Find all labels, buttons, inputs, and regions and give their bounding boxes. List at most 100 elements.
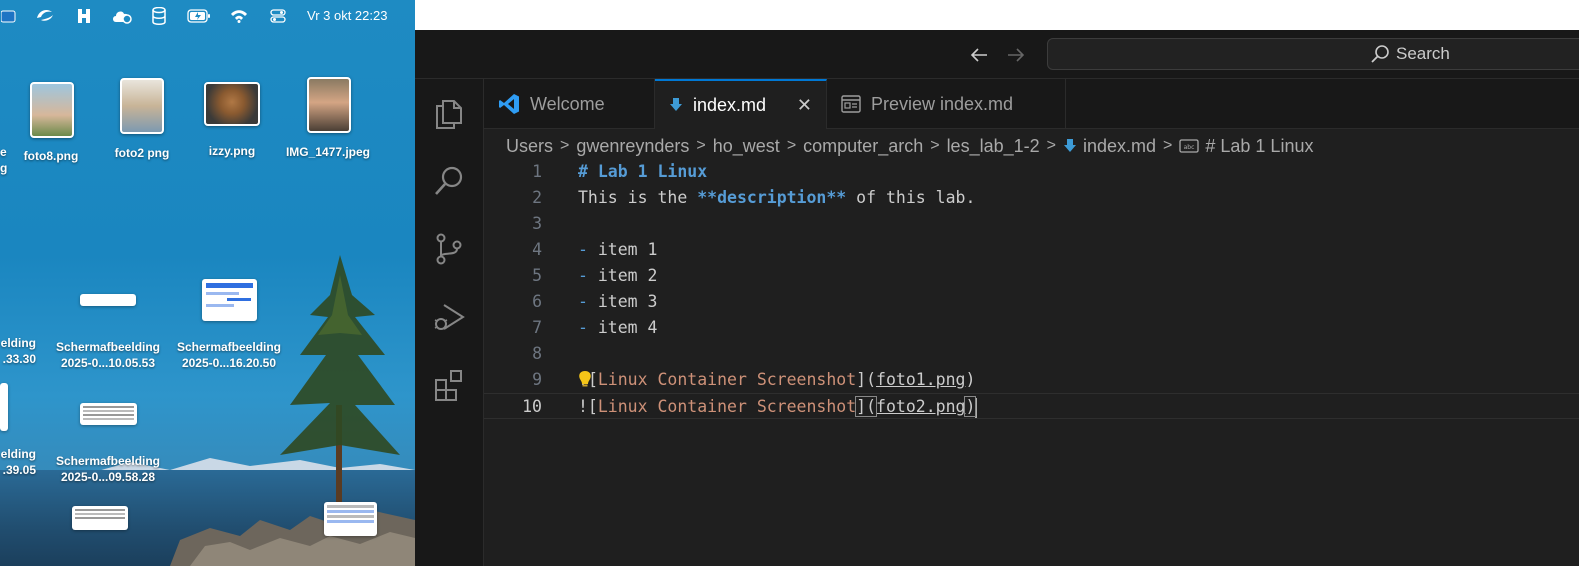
code-text: item 3	[587, 292, 658, 311]
code-line[interactable]: 7 - item 4	[484, 315, 1579, 341]
code-line[interactable]: 2 This is the **description** of this la…	[484, 185, 1579, 211]
desktop-file-label[interactable]: foto2 png	[104, 145, 180, 161]
heading-text: # Lab 1 Linux	[578, 162, 708, 181]
back-arrow-icon[interactable]	[968, 44, 990, 66]
desktop-file-label[interactable]: g	[0, 160, 8, 176]
screenshot-thumbnail[interactable]	[80, 403, 137, 425]
menu-bar-clock[interactable]: Vr 3 okt 22:23	[307, 8, 387, 23]
vscode-window: Search Welcome index.md ✕ Preview index.…	[415, 0, 1579, 566]
desktop-file-label[interactable]: izzy.png	[196, 143, 268, 159]
database-icon[interactable]	[150, 7, 168, 25]
code-line[interactable]: 8	[484, 341, 1579, 367]
line-number: 1	[532, 162, 542, 181]
wifi-icon[interactable]	[229, 7, 249, 25]
control-center-icon[interactable]	[269, 7, 287, 25]
foto2-thumbnail[interactable]	[120, 78, 164, 134]
desktop-file-label[interactable]: elding .33.30	[0, 335, 36, 367]
screenshot-thumbnail[interactable]	[0, 383, 8, 431]
desktop-file-label[interactable]: elding .39.05	[0, 446, 36, 478]
search-icon[interactable]	[429, 161, 469, 201]
breadcrumb-item[interactable]: les_lab_1-2	[947, 136, 1040, 157]
tab-index-md[interactable]: index.md ✕	[655, 79, 827, 129]
svg-text:abc: abc	[1184, 144, 1195, 151]
screenshot-thumbnail[interactable]	[202, 279, 257, 321]
link-text: Linux Container Screenshot	[597, 397, 857, 416]
tab-label: Preview index.md	[871, 93, 1014, 114]
img1477-thumbnail[interactable]	[307, 77, 351, 133]
chevron-right-icon: >	[696, 137, 706, 154]
activity-bar	[415, 79, 484, 566]
battery-icon[interactable]	[186, 7, 212, 25]
desktop-file-label[interactable]: IMG_1477.jpeg	[280, 144, 376, 160]
command-center-search[interactable]: Search	[1047, 38, 1579, 70]
code-text: of this lab.	[846, 188, 976, 207]
desktop-file-label[interactable]: foto8.png	[14, 148, 88, 164]
window-gap	[415, 0, 1579, 30]
tab-preview-index-md[interactable]: Preview index.md	[827, 79, 1066, 129]
editor-tab-bar: Welcome index.md ✕ Preview index.md	[484, 79, 1579, 129]
code-text: item 4	[587, 318, 658, 337]
desktop-file-label[interactable]: Schermafbeelding 2025-0...10.05.53	[50, 339, 166, 371]
izzy-thumbnail[interactable]	[204, 82, 260, 126]
bold-text: **description**	[697, 188, 847, 207]
screenshot-thumbnail[interactable]	[324, 502, 377, 536]
line-number: 6	[532, 292, 542, 311]
line-number: 7	[532, 318, 542, 337]
search-label: Search	[1396, 44, 1450, 63]
breadcrumb-item[interactable]: ho_west	[713, 136, 780, 157]
code-line[interactable]: 3	[484, 211, 1579, 237]
line-number: 3	[532, 214, 542, 233]
copilot-icon[interactable]	[34, 7, 56, 25]
code-text: item 2	[587, 266, 658, 285]
line-number: 10	[522, 397, 542, 416]
code-editor[interactable]: 1 # Lab 1 Linux 2 This is the **descript…	[484, 159, 1579, 566]
chevron-right-icon: >	[786, 137, 797, 154]
line-number: 4	[532, 240, 542, 259]
hotspot-h-icon[interactable]	[76, 7, 92, 25]
desktop-file-label[interactable]: e	[0, 144, 7, 160]
link-bracket: )	[965, 370, 976, 389]
link-url[interactable]: foto2.png	[876, 397, 965, 416]
code-line[interactable]: 5 - item 2	[484, 263, 1579, 289]
source-control-icon[interactable]	[429, 229, 469, 269]
chevron-right-icon: >	[1163, 137, 1173, 154]
foto8-thumbnail[interactable]	[30, 82, 74, 138]
tab-label: index.md	[693, 94, 767, 115]
cloud-sync-icon[interactable]	[110, 7, 134, 25]
link-bracket: ](	[856, 370, 877, 389]
code-line-current[interactable]: 10 ![Linux Container Screenshot](foto2.p…	[484, 393, 1579, 419]
link-url[interactable]: foto1.png	[876, 370, 965, 389]
desktop-file-label[interactable]: Schermafbeelding 2025-0...16.20.50	[170, 339, 288, 371]
line-number: 2	[532, 188, 542, 207]
code-line[interactable]: 1 # Lab 1 Linux	[484, 159, 1579, 185]
close-icon[interactable]: ✕	[797, 95, 812, 116]
breadcrumb-item[interactable]: gwenreynders	[576, 136, 689, 157]
screenshot-thumbnail[interactable]	[72, 506, 128, 530]
string-symbol-icon: abc	[1179, 138, 1200, 154]
link-bracket: )	[964, 396, 977, 417]
finder-icon[interactable]	[0, 7, 18, 25]
code-line[interactable]: 4 - item 1	[484, 237, 1579, 263]
breadcrumb-item[interactable]: computer_arch	[803, 136, 923, 157]
link-bracket: [	[587, 370, 598, 389]
desktop-file-label[interactable]: Schermafbeelding 2025-0...09.58.28	[50, 453, 166, 485]
code-line[interactable]: 6 - item 3	[484, 289, 1579, 315]
breadcrumb-item[interactable]: index.md	[1083, 136, 1156, 157]
explorer-icon[interactable]	[429, 93, 469, 133]
chevron-right-icon: >	[930, 137, 940, 154]
breadcrumb-item[interactable]: Users	[506, 136, 553, 157]
breadcrumb-item[interactable]: # Lab 1 Linux	[1205, 136, 1313, 157]
code-line[interactable]: 9 ![Linux Container Screenshot](foto1.pn…	[484, 367, 1579, 393]
link-bracket: ](	[855, 396, 878, 417]
chevron-right-icon: >	[1046, 137, 1056, 154]
menu-bar: Vr 3 okt 22:23	[0, 0, 415, 32]
screenshot-thumbnail[interactable]	[80, 294, 136, 306]
code-text: item 1	[587, 240, 658, 259]
run-debug-icon[interactable]	[429, 297, 469, 337]
lightbulb-icon[interactable]	[578, 367, 591, 393]
extensions-icon[interactable]	[429, 365, 469, 405]
list-marker: -	[578, 240, 588, 259]
code-text: ![	[578, 397, 598, 416]
tab-welcome[interactable]: Welcome	[484, 79, 655, 129]
forward-arrow-icon[interactable]	[1005, 44, 1027, 66]
